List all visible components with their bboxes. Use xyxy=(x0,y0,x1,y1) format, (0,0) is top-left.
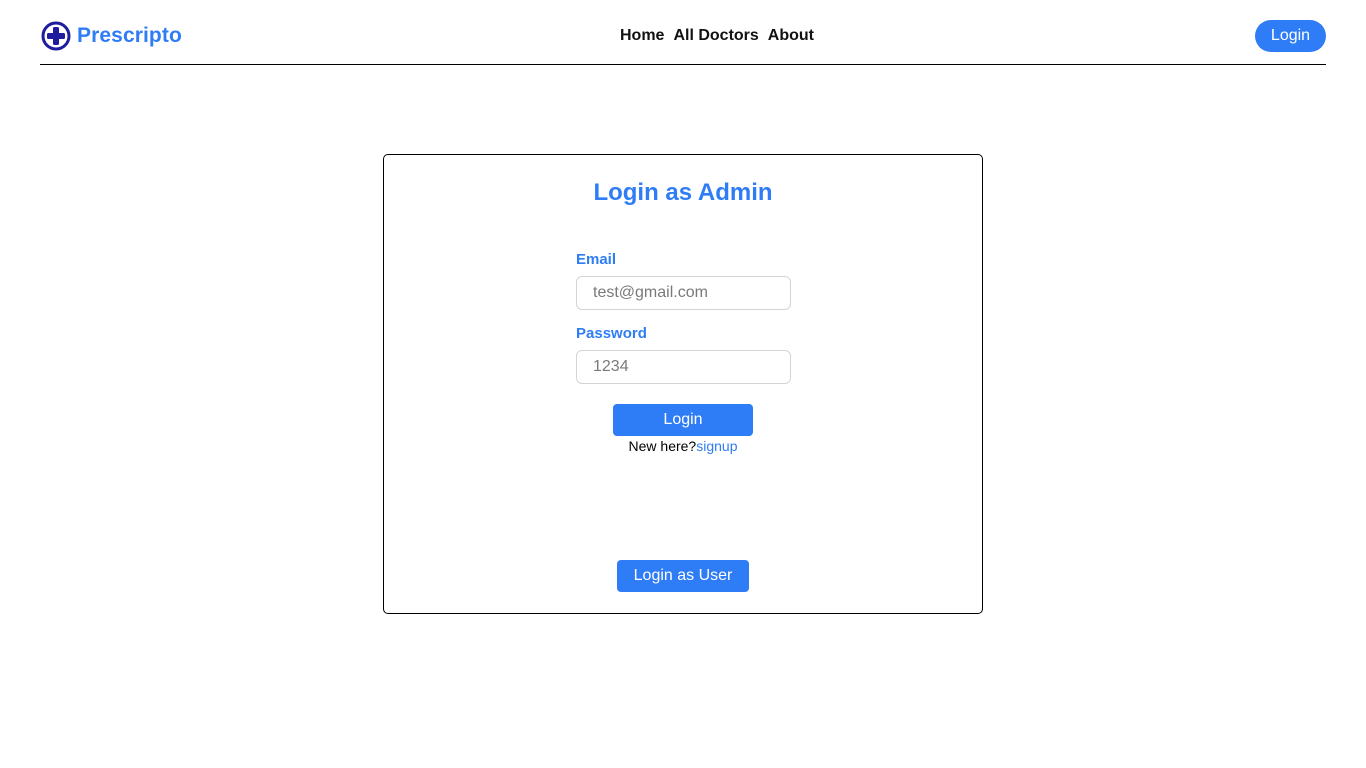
nav-link-home[interactable]: Home xyxy=(620,27,664,45)
nav-link-about[interactable]: About xyxy=(768,27,814,45)
nav-login-button[interactable]: Login xyxy=(1255,20,1326,52)
signup-prompt: New here?signup xyxy=(384,438,982,454)
medical-cross-icon xyxy=(41,21,71,51)
new-here-text: New here? xyxy=(628,438,697,454)
login-button[interactable]: Login xyxy=(613,404,753,436)
email-label: Email xyxy=(576,251,617,268)
nav-link-all-doctors[interactable]: All Doctors xyxy=(673,27,758,45)
brand-logo[interactable]: Prescripto xyxy=(41,20,182,52)
login-as-user-button[interactable]: Login as User xyxy=(617,560,749,592)
admin-login-card: Login as Admin Email Password Login New … xyxy=(383,154,983,614)
page-title: Login as Admin xyxy=(593,179,773,206)
brand-name: Prescripto xyxy=(77,24,182,47)
email-field[interactable] xyxy=(576,276,791,310)
navbar: Prescripto Home All Doctors About Login xyxy=(40,0,1326,65)
password-label: Password xyxy=(576,325,647,342)
nav-links: Home All Doctors About xyxy=(620,25,814,47)
password-field[interactable] xyxy=(576,350,791,384)
signup-link[interactable]: signup xyxy=(696,438,737,454)
